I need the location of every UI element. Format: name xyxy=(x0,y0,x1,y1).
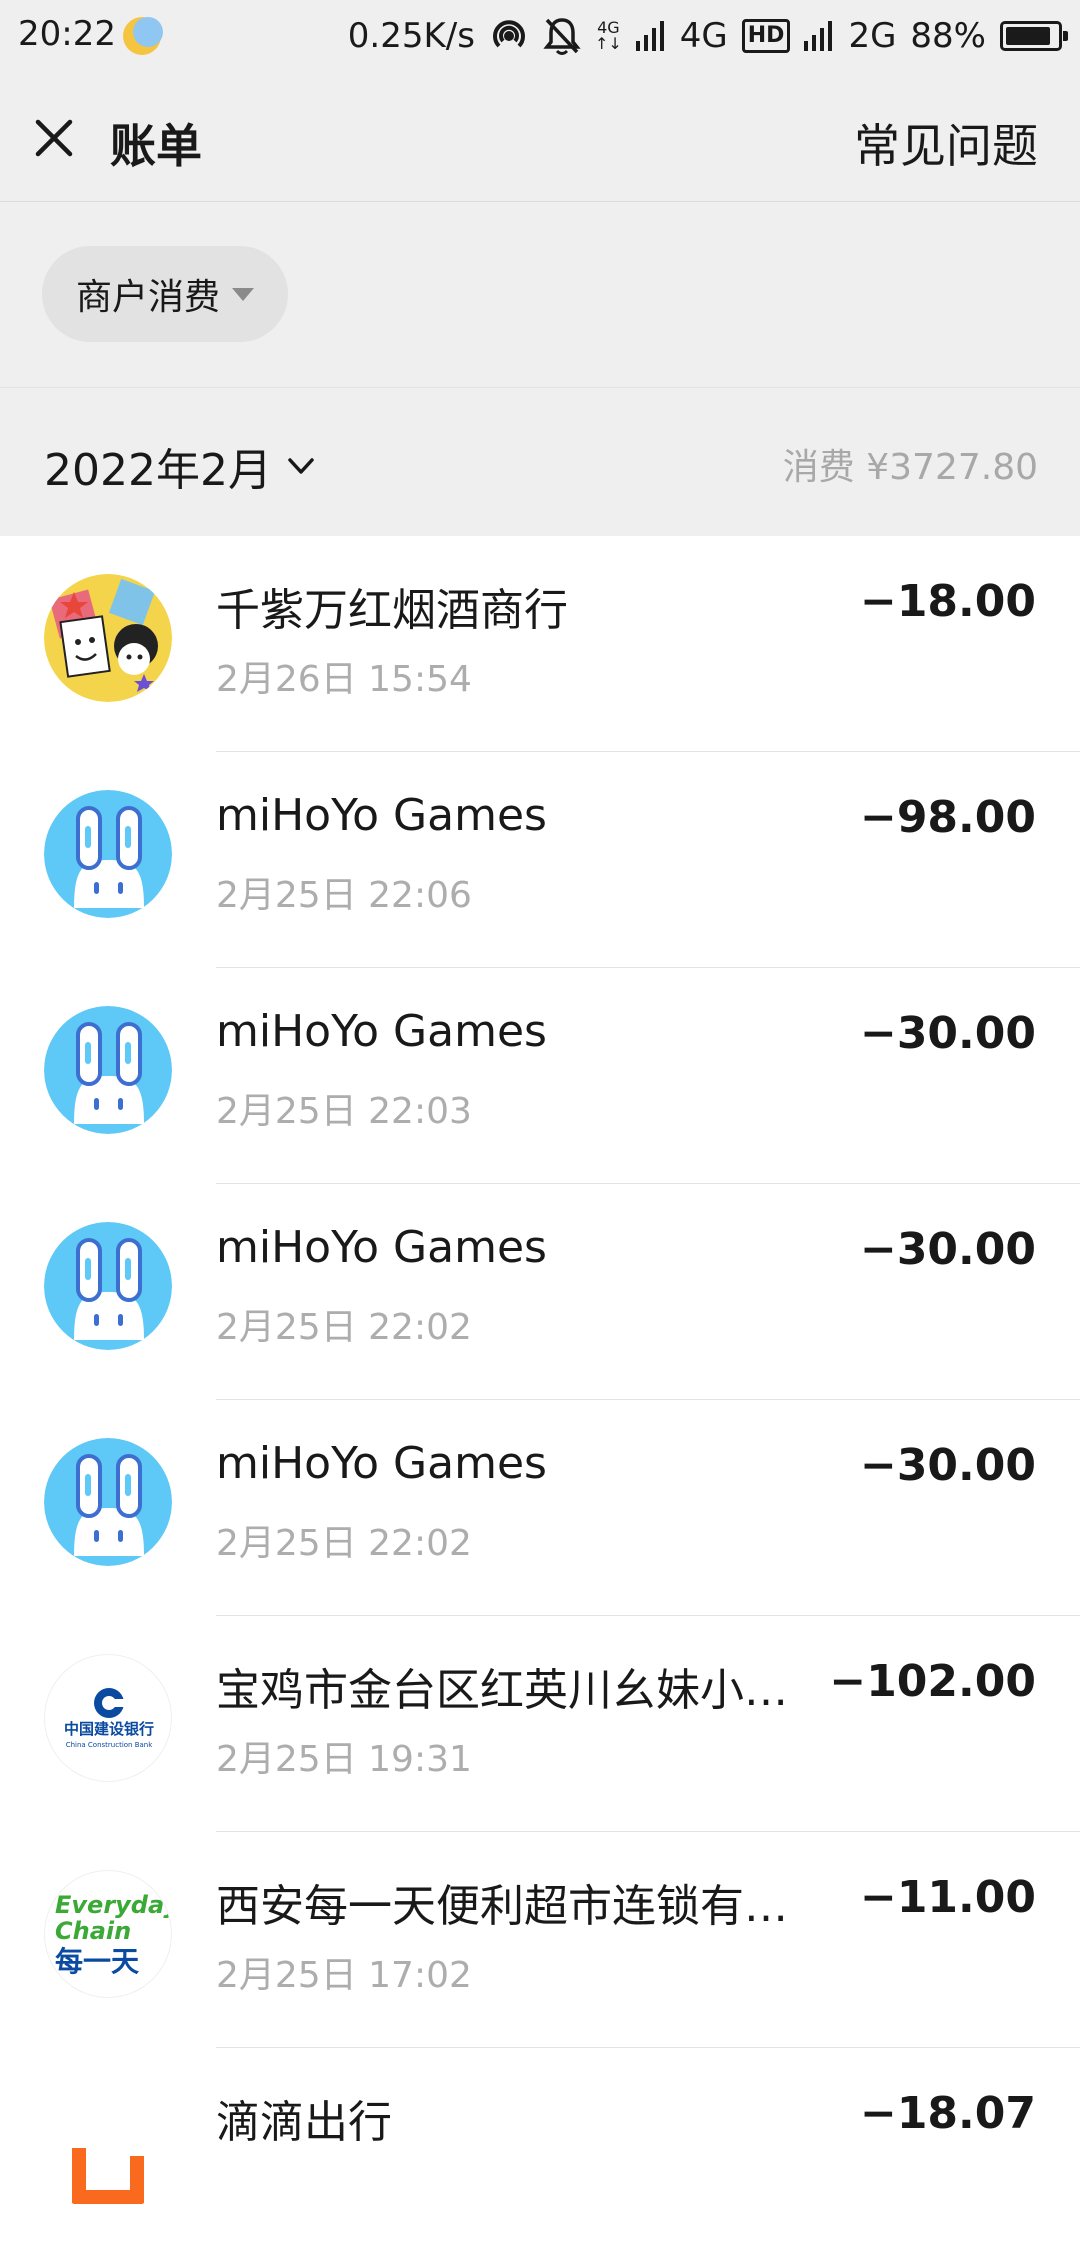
filter-area: 商户消费 xyxy=(0,202,1080,388)
everyday-logo-line2: Chain xyxy=(55,1917,131,1945)
everyday-chain-avatar: Everyday Chain 每一天 xyxy=(44,1870,172,1998)
transaction-row[interactable]: miHoYo Games 2月25日 22:02 −30.00 xyxy=(0,1400,1080,1616)
transaction-amount: −18.00 xyxy=(859,576,1036,627)
data-indicator: 4G ↑↓ xyxy=(594,18,622,53)
transaction-row[interactable]: miHoYo Games 2月25日 22:06 −98.00 xyxy=(0,752,1080,968)
battery-icon xyxy=(1000,21,1068,51)
status-bar: 20:22 0.25K/s 4G ↑↓ 4G HD 2G 88% xyxy=(0,0,1080,72)
transaction-time: 2月26日 15:54 xyxy=(216,659,472,700)
mihoyo-avatar xyxy=(44,1006,172,1134)
transaction-amount: −30.00 xyxy=(859,1008,1036,1059)
transaction-time: 2月25日 22:02 xyxy=(216,1523,472,1564)
month-total: 消费 ¥3727.80 xyxy=(782,447,1038,488)
transaction-row[interactable]: 滴滴出行 −18.07 xyxy=(0,2048,1080,2264)
sim1-network-type: 4G xyxy=(679,16,728,56)
nav-bar: 账单 常见问题 xyxy=(0,72,1080,202)
mihoyo-avatar xyxy=(44,1222,172,1350)
caret-down-icon xyxy=(232,287,255,301)
merchant-name: miHoYo Games xyxy=(216,1438,547,1489)
month-selector[interactable]: 2022年2月 xyxy=(44,434,316,498)
merchant-name: 宝鸡市金台区红英川幺妹小… xyxy=(216,1665,788,1716)
merchant-name: miHoYo Games xyxy=(216,790,547,841)
sim2-network-type: 2G xyxy=(848,16,897,56)
merchant-name: miHoYo Games xyxy=(216,1222,547,1273)
transaction-row[interactable]: miHoYo Games 2月25日 22:03 −30.00 xyxy=(0,968,1080,1184)
status-time: 20:22 xyxy=(18,14,116,54)
hotspot-icon xyxy=(492,20,525,48)
mihoyo-avatar xyxy=(44,790,172,918)
ccb-bank-avatar: 中国建设银行 China Construction Bank xyxy=(44,1654,172,1782)
transaction-amount: −102.00 xyxy=(829,1656,1036,1707)
ccb-logo-subtext: China Construction Bank xyxy=(66,1741,154,1749)
signal-icon-sim1 xyxy=(635,21,664,51)
transaction-amount: −30.00 xyxy=(859,1440,1036,1491)
transaction-amount: −30.00 xyxy=(859,1224,1036,1275)
transaction-time: 2月25日 22:02 xyxy=(216,1307,472,1348)
transaction-amount: −18.07 xyxy=(859,2088,1036,2139)
transaction-amount: −11.00 xyxy=(859,1872,1036,1923)
didi-avatar xyxy=(44,2086,172,2214)
filter-label: 商户消费 xyxy=(76,277,221,318)
month-label: 2022年2月 xyxy=(44,445,272,496)
transaction-time: 2月25日 17:02 xyxy=(216,1955,472,1996)
network-speed: 0.25K/s xyxy=(347,16,475,56)
transaction-time: 2月25日 22:03 xyxy=(216,1091,472,1132)
transaction-row[interactable]: 中国建设银行 China Construction Bank 宝鸡市金台区红英川… xyxy=(0,1616,1080,1832)
merchant-name: 千紫万红烟酒商行 xyxy=(216,585,568,636)
mihoyo-avatar xyxy=(44,1438,172,1566)
close-icon[interactable] xyxy=(30,114,78,162)
ccb-logo-text: 中国建设银行 xyxy=(64,1720,154,1738)
weather-icon xyxy=(123,17,163,55)
chevron-down-icon xyxy=(288,458,314,474)
transaction-row[interactable]: 千紫万红烟酒商行 2月26日 15:54 −18.00 xyxy=(0,536,1080,752)
merchant-name: miHoYo Games xyxy=(216,1006,547,1057)
everyday-logo-line1: Everyday xyxy=(55,1891,172,1919)
transaction-row[interactable]: miHoYo Games 2月25日 22:02 −30.00 xyxy=(0,1184,1080,1400)
transaction-amount: −98.00 xyxy=(859,792,1036,843)
everyday-logo-line3: 每一天 xyxy=(55,1945,139,1978)
hd-badge: HD xyxy=(741,19,791,53)
battery-percent: 88% xyxy=(910,16,986,56)
faq-link[interactable]: 常见问题 xyxy=(854,110,1038,176)
month-header: 2022年2月 消费 ¥3727.80 xyxy=(0,388,1080,536)
merchant-name: 西安每一天便利超市连锁有… xyxy=(216,1881,788,1932)
bell-off-icon xyxy=(543,18,581,55)
page-title: 账单 xyxy=(110,119,202,173)
signal-icon-sim2 xyxy=(804,21,833,51)
transaction-row[interactable]: Everyday Chain 每一天 西安每一天便利超市连锁有… 2月25日 1… xyxy=(0,1832,1080,2048)
transaction-time: 2月25日 22:06 xyxy=(216,875,472,916)
merchant-filter-button[interactable]: 商户消费 xyxy=(42,246,289,342)
transaction-time: 2月25日 19:31 xyxy=(216,1739,472,1780)
colorful-shop-avatar xyxy=(44,574,172,702)
merchant-name: 滴滴出行 xyxy=(216,2097,392,2148)
transaction-list: 千紫万红烟酒商行 2月26日 15:54 −18.00 miHoYo Games… xyxy=(0,536,1080,2264)
